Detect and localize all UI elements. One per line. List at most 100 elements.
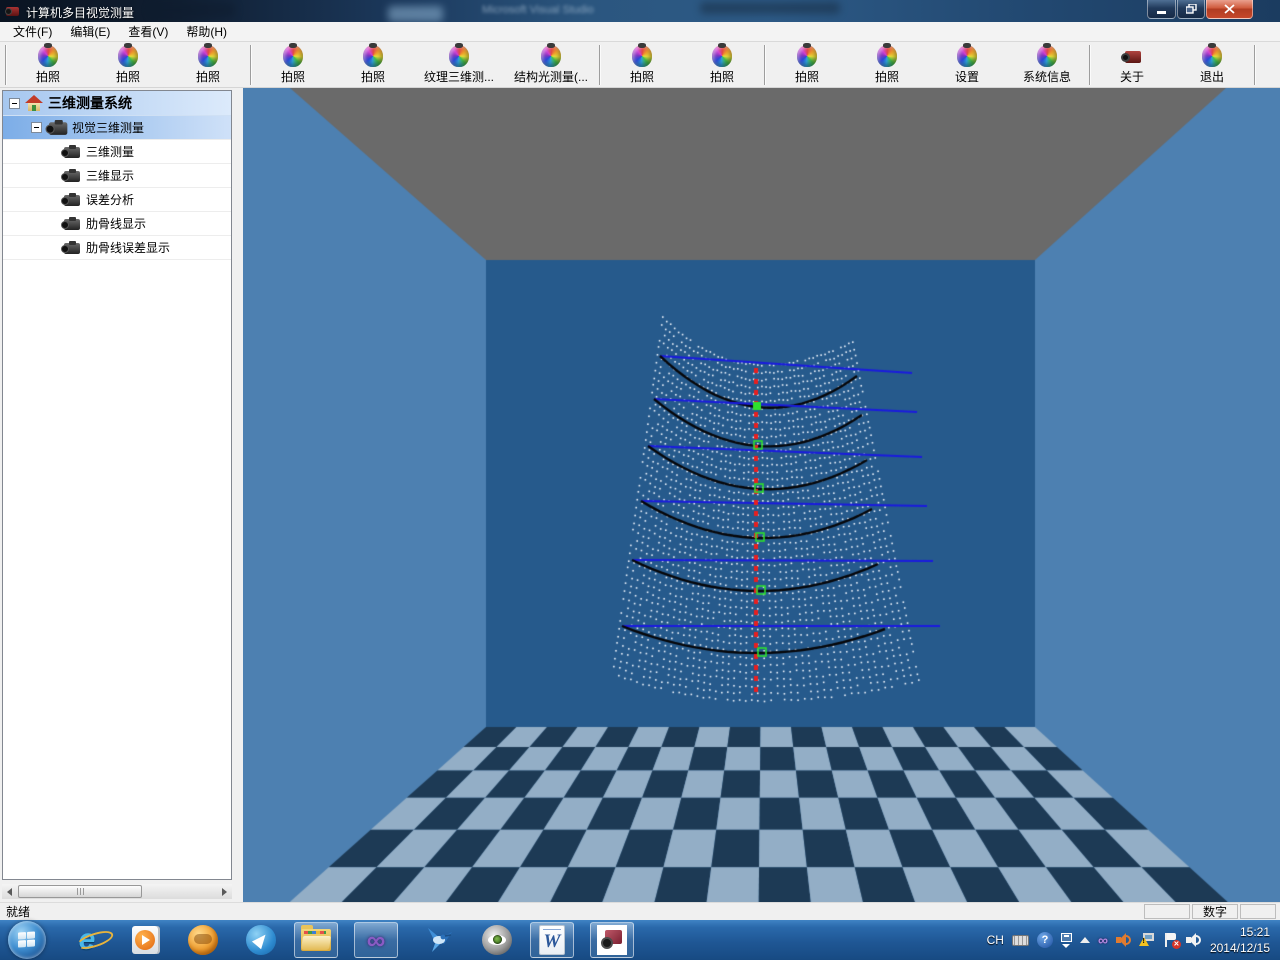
tree-root-3d-measure-system[interactable]: 三维测量系统: [3, 91, 231, 116]
network-warning-icon[interactable]: [1140, 933, 1156, 947]
help-tray-icon[interactable]: ?: [1037, 932, 1053, 948]
color-ball-icon: [38, 45, 58, 67]
capture-button-7[interactable]: 拍照: [682, 43, 762, 87]
toolbar-separator: [599, 45, 600, 85]
capture-button-6[interactable]: 拍照: [602, 43, 682, 87]
camera-icon: [61, 217, 81, 231]
blue-app-icon: [246, 925, 276, 955]
app-camera-icon: [5, 3, 21, 18]
structured-light-measure-button[interactable]: 结构光测量(...: [505, 43, 597, 87]
taskbar-item-visual-studio-open[interactable]: ∞: [354, 922, 398, 958]
tray-clock[interactable]: 15:21 2014/12/15: [1210, 924, 1270, 956]
color-ball-icon: [198, 45, 218, 67]
taskbar-item-bird-app[interactable]: [422, 923, 456, 957]
language-bar-options[interactable]: [1061, 933, 1072, 948]
eye-icon: [482, 925, 512, 955]
3d-scene-canvas[interactable]: [243, 88, 1280, 902]
capture-button-1[interactable]: 拍照: [8, 43, 88, 87]
toolbar-separator: [1254, 45, 1255, 85]
exit-button[interactable]: 退出: [1172, 43, 1252, 87]
tree-leaf-3d-display[interactable]: 三维显示: [3, 164, 231, 188]
color-ball-icon: [283, 45, 303, 67]
menu-help[interactable]: 帮助(H): [177, 21, 236, 42]
3d-viewport[interactable]: [243, 88, 1280, 902]
texture-3d-measure-button[interactable]: 纹理三维测...: [413, 43, 505, 87]
horizontal-scrollbar[interactable]: [2, 884, 232, 899]
scroll-right-arrow[interactable]: [217, 884, 232, 899]
toolbar: 拍照 拍照 拍照 拍照 拍照 纹理三维测... 结构光测量(... 拍照 拍照 …: [0, 42, 1280, 88]
close-button[interactable]: [1206, 0, 1253, 19]
collapse-icon[interactable]: [9, 98, 20, 109]
taskbar-item-word-open[interactable]: W: [530, 922, 574, 958]
show-hidden-icons-button[interactable]: [1080, 937, 1090, 943]
taskbar-item-eye-app[interactable]: [480, 923, 514, 957]
settings-button[interactable]: 设置: [927, 43, 1007, 87]
volume-icon[interactable]: [1186, 933, 1202, 947]
capture-button-9[interactable]: 拍照: [847, 43, 927, 87]
scroll-left-arrow[interactable]: [2, 884, 17, 899]
ime-indicator[interactable]: CH: [987, 933, 1004, 947]
taskbar-item-browser-blue[interactable]: [244, 923, 278, 957]
taskbar-item-media-player[interactable]: [128, 923, 162, 957]
tree-node-vision-3d-measure[interactable]: 视觉三维测量: [3, 116, 231, 140]
menu-view[interactable]: 查看(V): [119, 21, 177, 42]
menu-edit[interactable]: 编辑(E): [61, 21, 119, 42]
camera-icon: [46, 119, 69, 135]
color-ball-icon: [877, 45, 897, 67]
minimize-button[interactable]: [1147, 0, 1176, 19]
color-ball-icon: [957, 45, 977, 67]
color-ball-icon: [1037, 45, 1057, 67]
dark-camera-icon: [1121, 45, 1143, 67]
ie-icon: e: [79, 923, 96, 957]
visual-studio-icon: ∞: [367, 927, 386, 953]
system-tray: CH ? ∞ ✕ 15:21 2014/12/15: [987, 924, 1280, 956]
capture-button-3[interactable]: 拍照: [168, 43, 248, 87]
about-button[interactable]: 关于: [1092, 43, 1172, 87]
red-camera-icon: [597, 925, 627, 955]
collapse-icon[interactable]: [31, 122, 42, 133]
capture-button-4[interactable]: 拍照: [253, 43, 333, 87]
titlebar-ghost-text: Microsoft Visual Studio: [482, 4, 594, 16]
restore-button[interactable]: [1177, 0, 1205, 19]
keyboard-icon[interactable]: [1012, 935, 1029, 946]
color-ball-icon: [118, 45, 138, 67]
orange-app-icon: [188, 925, 218, 955]
media-player-icon: [132, 926, 158, 954]
action-center-flag-icon[interactable]: ✕: [1164, 933, 1178, 947]
audio-app-tray-icon[interactable]: [1116, 933, 1132, 947]
tree-leaf-rib-line-display[interactable]: 肋骨线显示: [3, 212, 231, 236]
scrollbar-thumb[interactable]: [18, 885, 142, 898]
tree-leaf-3d-measure[interactable]: 三维测量: [3, 140, 231, 164]
status-ready-text: 就绪: [6, 903, 1144, 920]
taskbar-item-measure-app-active[interactable]: [590, 922, 634, 958]
tree-node-label: 视觉三维测量: [72, 119, 144, 136]
capture-button-2[interactable]: 拍照: [88, 43, 168, 87]
taskbar-item-internet-explorer[interactable]: e: [70, 923, 104, 957]
clock-time: 15:21: [1210, 924, 1270, 940]
status-cell-scrl: [1240, 904, 1276, 919]
home-icon: [25, 95, 43, 111]
tree-panel: 三维测量系统 视觉三维测量 三维测量 三维显示 误差分析 肋骨线显示: [2, 90, 232, 880]
capture-button-5[interactable]: 拍照: [333, 43, 413, 87]
word-icon: W: [539, 925, 565, 955]
camera-icon: [61, 193, 81, 207]
color-ball-icon: [1202, 45, 1222, 67]
restore-mini-icon: [1061, 933, 1072, 942]
tree-root-label: 三维测量系统: [48, 93, 132, 113]
start-button[interactable]: [8, 921, 46, 959]
menu-bar: 文件(F) 编辑(E) 查看(V) 帮助(H): [0, 22, 1280, 42]
visual-studio-tray-icon[interactable]: ∞: [1098, 933, 1108, 947]
color-ball-icon: [712, 45, 732, 67]
tree-leaf-rib-line-error-display[interactable]: 肋骨线误差显示: [3, 236, 231, 260]
status-bar: 就绪 数字: [0, 902, 1280, 920]
folder-icon: [301, 929, 331, 951]
menu-file[interactable]: 文件(F): [4, 21, 61, 42]
system-info-button[interactable]: 系统信息: [1007, 43, 1087, 87]
camera-icon: [61, 145, 81, 159]
taskbar-item-browser-orange[interactable]: [186, 923, 220, 957]
title-bar: Microsoft Visual Studio 计算机多目视觉测量: [0, 0, 1280, 22]
hummingbird-icon: [424, 926, 454, 954]
tree-leaf-error-analysis[interactable]: 误差分析: [3, 188, 231, 212]
capture-button-8[interactable]: 拍照: [767, 43, 847, 87]
taskbar-item-explorer-open[interactable]: [294, 922, 338, 958]
